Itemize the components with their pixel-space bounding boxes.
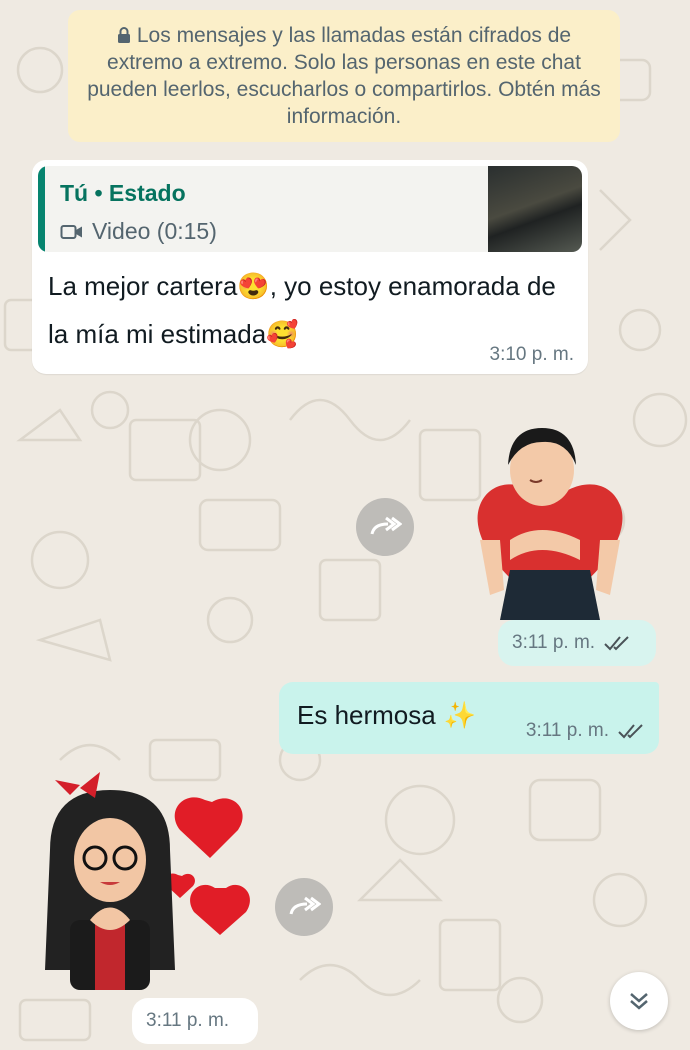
quote-media: Video (0:15) (60, 218, 217, 245)
encryption-notice-text: Los mensajes y las llamadas están cifrad… (87, 24, 601, 128)
forward-icon (289, 896, 321, 915)
message-time: 3:10 p. m. (489, 344, 575, 365)
sticker-out-time-pill: 3:11 p. m. (498, 620, 656, 666)
double-check-icon (604, 636, 629, 651)
lock-icon (117, 27, 130, 43)
outgoing-text: Es hermosa ✨ (297, 700, 476, 731)
heart-eyes-emoji: 😍 (237, 271, 270, 301)
quote-accent-bar (38, 166, 45, 252)
forward-button[interactable] (275, 878, 333, 936)
sticker-in-time-pill: 3:11 p. m. (132, 998, 258, 1044)
forward-button[interactable] (356, 498, 414, 556)
sticker-heart-hug[interactable] (470, 420, 630, 620)
incoming-message-bubble[interactable]: Tú • Estado Video (0:15) La mejor carter… (32, 160, 588, 374)
sticker-out-time: 3:11 p. m. (512, 632, 596, 653)
video-icon (60, 224, 82, 239)
encryption-notice[interactable]: Los mensajes y las llamadas están cifrad… (68, 10, 620, 142)
quote-media-label: Video (0:15) (92, 218, 217, 244)
sticker-in-time: 3:11 p. m. (146, 1010, 230, 1031)
smiling-hearts-emoji: 🥰 (266, 319, 299, 349)
message-text-part1: La mejor cartera (48, 271, 238, 301)
double-chevron-down-icon (630, 993, 648, 1010)
outgoing-meta: 3:11 p. m. (526, 720, 645, 742)
sparkles-emoji: ✨ (443, 700, 477, 730)
quoted-status[interactable]: Tú • Estado Video (0:15) (38, 166, 582, 252)
forward-icon (370, 516, 402, 535)
status-video-thumbnail (488, 166, 582, 252)
outgoing-text-label: Es hermosa (297, 700, 436, 730)
double-check-icon (618, 724, 643, 739)
outgoing-time: 3:11 p. m. (525, 720, 609, 741)
sticker-heart-hands[interactable] (40, 770, 260, 1000)
quote-author: Tú • Estado (60, 180, 186, 206)
scroll-to-bottom-button[interactable] (610, 972, 668, 1030)
outgoing-message-bubble[interactable]: Es hermosa ✨ 3:11 p. m. (279, 682, 659, 754)
